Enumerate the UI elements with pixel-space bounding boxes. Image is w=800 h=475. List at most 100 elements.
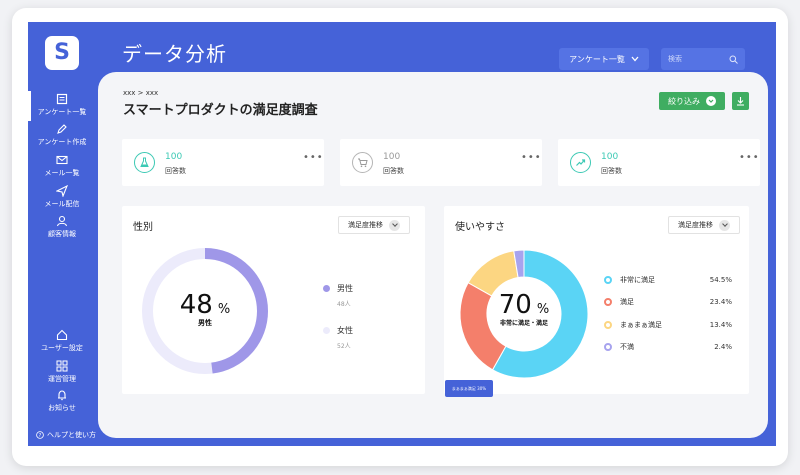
gender-center-readout: 48 % 男性 bbox=[170, 290, 240, 328]
center-label: 非常に満足・満足 bbox=[499, 320, 548, 327]
legend-label: 不満 bbox=[620, 343, 634, 351]
main-content: xxx > xxx スマートプロダクトの満足度調査 絞り込み 100 回答数 •… bbox=[98, 72, 768, 438]
filter-button[interactable]: 絞り込み bbox=[659, 92, 725, 110]
gender-panel-title: 性別 bbox=[133, 222, 153, 233]
legend-swatch bbox=[604, 343, 612, 351]
usability-satisfaction-select[interactable]: 満足度推移 bbox=[668, 216, 740, 234]
svg-text:?: ? bbox=[39, 433, 42, 439]
select-label: 満足度推移 bbox=[678, 221, 713, 229]
legend-swatch bbox=[604, 321, 612, 329]
chevron-down-icon bbox=[706, 96, 716, 106]
app-logo[interactable]: S bbox=[45, 36, 79, 70]
sidebar-item-label: アンケート作成 bbox=[37, 138, 87, 146]
stat-label: 回答数 bbox=[383, 167, 404, 175]
app-window: S アンケート一覧 アンケート作成 メール一覧 メール配信 顧客情報 ユーザー設… bbox=[28, 22, 776, 446]
legend-swatch bbox=[323, 285, 330, 292]
stat-card-1: 100 回答数 ••• bbox=[122, 139, 324, 186]
more-icon[interactable]: ••• bbox=[739, 152, 760, 163]
gender-panel: 性別 満足度推移 48 % 男性 男性 48人 女性 52人 bbox=[122, 206, 425, 394]
legend-item-satisfied: 満足 bbox=[604, 297, 634, 307]
filter-button-label: 絞り込み bbox=[668, 96, 700, 106]
legend-label: 非常に満足 bbox=[620, 276, 655, 284]
legend-swatch bbox=[323, 327, 330, 334]
sidebar-item-label: アンケート一覧 bbox=[37, 108, 87, 116]
sidebar-item-notifications[interactable]: お知らせ bbox=[28, 389, 96, 413]
sidebar: S アンケート一覧 アンケート作成 メール一覧 メール配信 顧客情報 ユーザー設… bbox=[28, 22, 96, 446]
stat-card-3: 100 回答数 ••• bbox=[558, 139, 760, 186]
download-icon bbox=[737, 97, 744, 106]
help-link[interactable]: ? ヘルプと使い方 bbox=[36, 430, 96, 440]
legend-swatch bbox=[604, 276, 612, 284]
stat-value: 100 bbox=[383, 152, 401, 162]
more-icon[interactable]: ••• bbox=[521, 152, 542, 163]
chevron-down-icon bbox=[631, 56, 639, 62]
center-value: 70 bbox=[498, 290, 532, 320]
survey-list-dropdown[interactable]: アンケート一覧 bbox=[559, 48, 649, 70]
stat-value: 100 bbox=[165, 152, 183, 162]
sidebar-item-management[interactable]: 運営管理 bbox=[28, 360, 96, 384]
page-title: スマートプロダクトの満足度調査 bbox=[123, 103, 318, 118]
legend-value: 23.4% bbox=[709, 298, 732, 306]
stat-label: 回答数 bbox=[601, 167, 622, 175]
usability-panel: 使いやすさ 満足度推移 70 % 非常に満足・満足 非常に満足 54.5% 満足… bbox=[444, 206, 749, 394]
mail-icon bbox=[56, 155, 68, 165]
sidebar-item-user-settings[interactable]: ユーザー設定 bbox=[28, 329, 96, 353]
chart-tooltip: まぁまぁ満足 30% bbox=[445, 380, 493, 397]
legend-label: 男性 bbox=[337, 284, 353, 293]
help-label: ヘルプと使い方 bbox=[47, 431, 96, 439]
bell-icon bbox=[58, 390, 66, 401]
sidebar-item-label: 運営管理 bbox=[48, 375, 76, 383]
more-icon[interactable]: ••• bbox=[303, 152, 324, 163]
legend-value: 2.4% bbox=[714, 343, 732, 351]
sidebar-item-customer-info[interactable]: 顧客情報 bbox=[28, 215, 96, 239]
legend-item-dissatisfied: 不満 bbox=[604, 342, 634, 352]
select-label: 満足度推移 bbox=[348, 221, 383, 229]
search-placeholder: 検索 bbox=[668, 55, 682, 63]
cart-icon bbox=[352, 152, 373, 173]
legend-count: 52人 bbox=[337, 343, 351, 350]
send-icon bbox=[56, 185, 68, 197]
sidebar-item-label: 顧客情報 bbox=[48, 230, 76, 238]
sidebar-item-label: メール配信 bbox=[44, 200, 80, 208]
legend-value: 13.4% bbox=[709, 321, 732, 329]
grid-icon bbox=[56, 360, 68, 372]
help-icon: ? bbox=[36, 431, 44, 439]
chevron-down-icon bbox=[719, 219, 730, 231]
pen-icon bbox=[57, 124, 67, 134]
gender-satisfaction-select[interactable]: 満足度推移 bbox=[338, 216, 410, 234]
legend-label: 女性 bbox=[337, 326, 353, 335]
search-input[interactable]: 検索 bbox=[661, 48, 745, 70]
sidebar-item-label: お知らせ bbox=[48, 404, 76, 412]
download-button[interactable] bbox=[732, 92, 749, 110]
legend-swatch bbox=[604, 298, 612, 306]
sidebar-item-survey-list[interactable]: アンケート一覧 bbox=[28, 91, 96, 121]
center-unit: % bbox=[217, 302, 231, 317]
sidebar-item-mail-list[interactable]: メール一覧 bbox=[28, 154, 96, 178]
legend-label: まぁまぁ満足 bbox=[620, 321, 662, 329]
survey-list-dropdown-label: アンケート一覧 bbox=[569, 54, 625, 64]
center-value: 48 bbox=[179, 290, 213, 320]
page-header-title: データ分析 bbox=[122, 42, 227, 66]
legend-value: 54.5% bbox=[709, 276, 732, 284]
legend-label: 満足 bbox=[620, 298, 634, 306]
sidebar-item-mail-send[interactable]: メール配信 bbox=[28, 185, 96, 209]
legend-item-female: 女性 bbox=[323, 325, 353, 336]
sidebar-item-survey-create[interactable]: アンケート作成 bbox=[28, 123, 96, 147]
sidebar-item-label: ユーザー設定 bbox=[41, 344, 83, 352]
stat-value: 100 bbox=[601, 152, 619, 162]
legend-item-very-satisfied: 非常に満足 bbox=[604, 275, 655, 285]
person-icon bbox=[56, 215, 68, 227]
legend-item-somewhat-satisfied: まぁまぁ満足 bbox=[604, 320, 662, 330]
breadcrumb[interactable]: xxx > xxx bbox=[123, 89, 158, 97]
trend-icon bbox=[570, 152, 591, 173]
list-icon bbox=[56, 93, 68, 105]
usability-panel-title: 使いやすさ bbox=[455, 222, 505, 233]
chevron-down-icon bbox=[389, 219, 400, 231]
home-icon bbox=[56, 329, 68, 341]
stat-label: 回答数 bbox=[165, 167, 186, 175]
search-icon bbox=[729, 55, 738, 64]
usability-center-readout: 70 % 非常に満足・満足 bbox=[484, 290, 564, 327]
legend-item-male: 男性 bbox=[323, 283, 353, 294]
sidebar-item-label: メール一覧 bbox=[44, 169, 80, 177]
stat-card-2: 100 回答数 ••• bbox=[340, 139, 542, 186]
